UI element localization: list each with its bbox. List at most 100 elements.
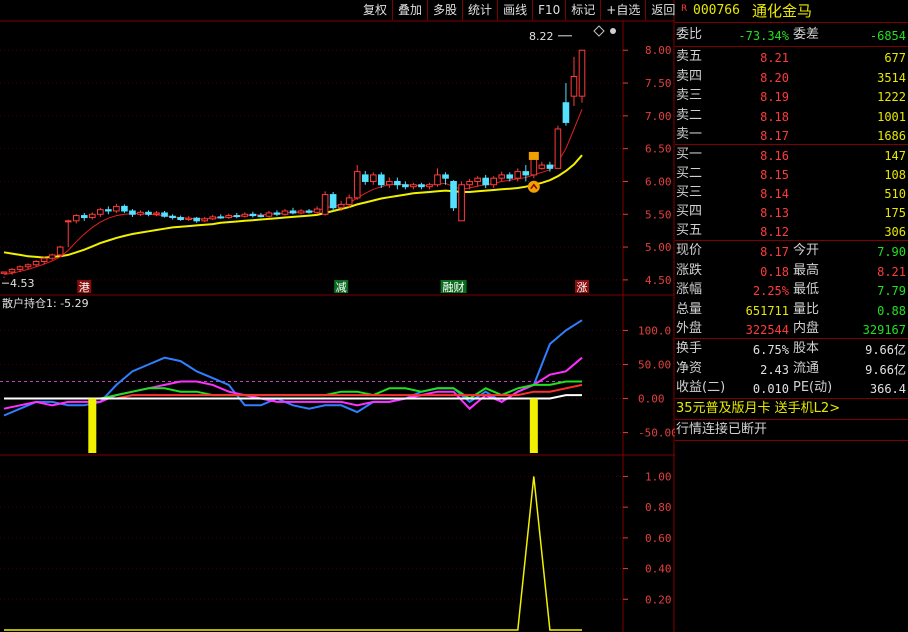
candle-54[interactable] xyxy=(434,168,441,187)
candle-52[interactable] xyxy=(418,182,425,190)
candle-23[interactable] xyxy=(185,216,192,221)
ind-tick-label-1: 50.00 xyxy=(638,358,671,371)
ad-link[interactable]: 35元普及版月卡 送手机L2> xyxy=(675,399,908,419)
diamond-icon[interactable] xyxy=(593,25,605,37)
toolbar-button-2[interactable]: 多股 xyxy=(427,0,462,20)
candle-67[interactable] xyxy=(538,161,546,170)
quote-row-1: 涨跌 0.18 最高 8.21 xyxy=(675,261,908,281)
candle-33[interactable] xyxy=(265,210,273,218)
candle-30[interactable] xyxy=(241,212,249,218)
candle-16[interactable] xyxy=(129,209,136,217)
sig-tick-label-0: 1.00 xyxy=(645,470,672,483)
candle-40[interactable] xyxy=(321,191,329,216)
candle-39[interactable] xyxy=(313,206,321,215)
candle-26[interactable] xyxy=(209,214,217,221)
ask-row-3: 卖二 8.18 1001 xyxy=(675,106,908,126)
quote-value-a-0: 8.17 xyxy=(760,245,789,259)
ask-vol-3: 1001 xyxy=(877,109,906,124)
bid-vol-2: 510 xyxy=(884,187,906,201)
candle-55[interactable] xyxy=(442,172,449,185)
settings-dot-icon[interactable] xyxy=(610,28,616,34)
candle-21[interactable] xyxy=(169,214,176,220)
indicator-panel[interactable]: 100.0 50.00 0.00 -50.00 xyxy=(0,319,675,453)
candle-45[interactable] xyxy=(361,170,369,185)
candle-18[interactable] xyxy=(145,210,152,217)
candle-56[interactable] xyxy=(450,180,457,211)
candle-36[interactable] xyxy=(289,207,297,215)
candle-48[interactable] xyxy=(386,177,393,189)
event-badge-2[interactable]: 融财 xyxy=(443,280,465,294)
candle-15[interactable] xyxy=(121,204,128,213)
ad-text[interactable]: 35元普及版月卡 送手机L2> xyxy=(676,399,840,419)
candle-50[interactable] xyxy=(402,181,409,190)
event-badge-3[interactable]: 涨 xyxy=(577,281,588,294)
candle-62[interactable] xyxy=(498,171,506,182)
candle-53[interactable] xyxy=(426,182,433,190)
candle-0[interactable] xyxy=(0,271,8,278)
candle-9[interactable] xyxy=(72,214,80,224)
toolbar-button-0[interactable]: 复权 xyxy=(358,0,392,20)
candle-61[interactable] xyxy=(490,176,498,189)
candle-41[interactable] xyxy=(329,191,337,211)
candle-body-27 xyxy=(217,216,225,219)
candle-20[interactable] xyxy=(161,210,168,218)
candle-35[interactable] xyxy=(281,209,289,216)
candle-31[interactable] xyxy=(249,211,257,218)
candle-12[interactable] xyxy=(97,207,104,217)
candle-46[interactable] xyxy=(369,172,377,185)
candle-7[interactable] xyxy=(56,245,64,257)
candle-57[interactable] xyxy=(458,181,465,222)
fund-value-b-1: 9.66亿 xyxy=(865,362,906,377)
candle-13[interactable] xyxy=(105,206,112,215)
candle-22[interactable] xyxy=(177,215,184,221)
candlestick-panel[interactable]: 4.50 5.00 5.50 6.00 6.50 7.00 7.50 8.00 8.22 4.53… xyxy=(0,30,672,294)
event-badge-0[interactable]: 港 xyxy=(79,281,90,294)
candle-72[interactable] xyxy=(578,49,586,103)
toolbar-button-7[interactable]: +自选 xyxy=(600,0,645,20)
candle-14[interactable] xyxy=(113,203,120,213)
candle-17[interactable] xyxy=(137,210,144,217)
fund-label-b-1: 流通 xyxy=(793,360,820,376)
candle-69[interactable] xyxy=(554,125,562,169)
chart-area[interactable]: 4.50 5.00 5.50 6.00 6.50 7.00 7.50 8.00 8.22 4.53… xyxy=(0,0,675,632)
candle-27[interactable] xyxy=(217,214,225,219)
candle-38[interactable] xyxy=(305,209,313,214)
candle-34[interactable] xyxy=(273,210,281,217)
ask-label-1: 卖四 xyxy=(676,68,703,84)
signal-panel[interactable]: 1.00 0.80 0.60 0.40 0.20 xyxy=(0,470,672,631)
candle-32[interactable] xyxy=(257,212,265,218)
ask-vol-4: 1686 xyxy=(877,129,906,143)
toolbar-button-6[interactable]: 标记 xyxy=(565,0,600,20)
candle-44[interactable] xyxy=(353,165,361,200)
candle-25[interactable] xyxy=(201,216,209,223)
candle-11[interactable] xyxy=(88,212,96,220)
event-badge-1[interactable]: 减 xyxy=(336,281,347,294)
toolbar-button-3[interactable]: 统计 xyxy=(462,0,497,20)
quote-value-a-3: 651711 xyxy=(745,303,789,318)
candle-49[interactable] xyxy=(394,177,401,190)
toolbar-button-1[interactable]: 叠加 xyxy=(392,0,427,20)
candle-47[interactable] xyxy=(377,172,385,189)
candle-70[interactable] xyxy=(562,83,570,126)
candle-71[interactable] xyxy=(570,56,578,107)
candle-10[interactable] xyxy=(80,212,88,221)
candle-body-24 xyxy=(193,217,200,222)
toolbar-button-4[interactable]: 画线 xyxy=(497,0,532,20)
candle-body-16 xyxy=(129,210,136,215)
candle-28[interactable] xyxy=(225,213,233,219)
ask-label-0: 卖五 xyxy=(676,49,703,64)
candle-59[interactable] xyxy=(474,176,481,187)
candle-24[interactable] xyxy=(193,216,200,223)
candle-51[interactable] xyxy=(410,182,417,190)
toolbar-button-5[interactable]: F10 xyxy=(532,0,565,20)
candle-60[interactable] xyxy=(482,174,489,189)
candle-65[interactable] xyxy=(522,165,530,182)
ask-price-3: 8.18 xyxy=(760,109,789,124)
ask-vol-0: 677 xyxy=(884,51,906,65)
candle-29[interactable] xyxy=(233,212,241,219)
candle-8[interactable] xyxy=(64,219,72,248)
candle-body-70 xyxy=(562,102,570,123)
candle-37[interactable] xyxy=(297,209,305,215)
candle-6[interactable] xyxy=(48,253,56,261)
stock-badge: R xyxy=(681,4,688,14)
